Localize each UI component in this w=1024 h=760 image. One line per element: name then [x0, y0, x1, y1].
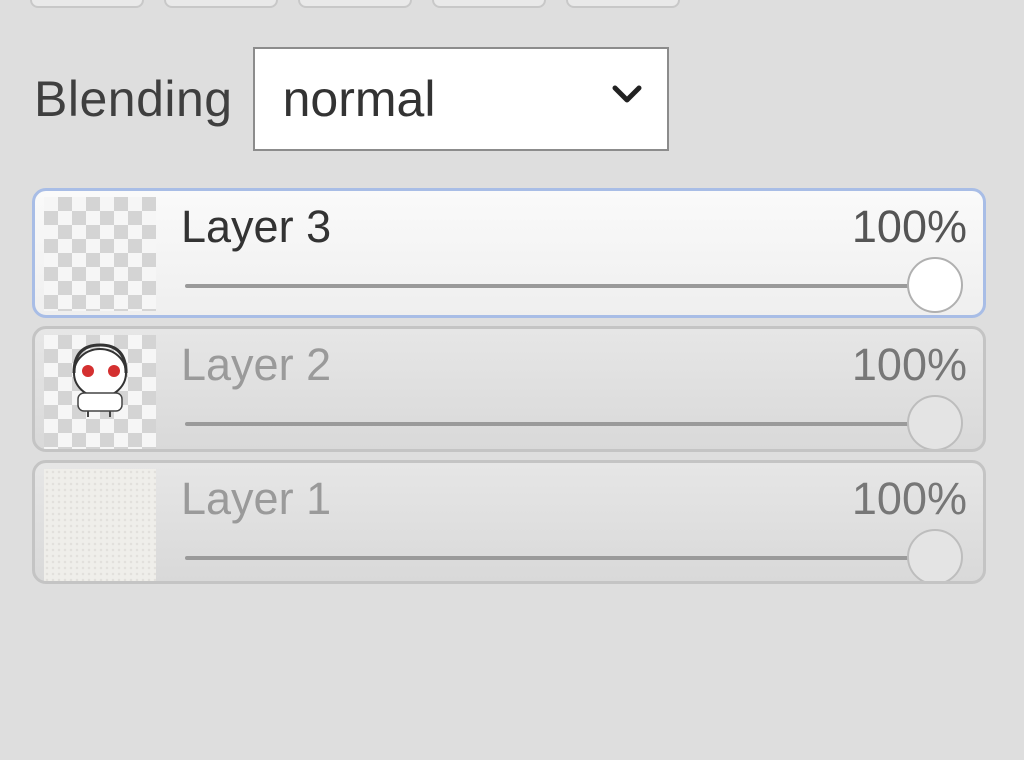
slider-thumb[interactable]: [907, 529, 963, 581]
layer-name: Layer 3: [181, 201, 332, 252]
layer-opacity-value: 100%: [851, 339, 967, 390]
layer-item-3[interactable]: Layer 3 100%: [32, 188, 986, 318]
layer-opacity-value: 100%: [851, 473, 967, 524]
layer-opacity-value: 100%: [851, 201, 967, 252]
blending-select[interactable]: normal: [252, 47, 669, 151]
tool-button-row: [30, 0, 680, 10]
slider-thumb[interactable]: [907, 395, 963, 449]
slider-track: [185, 556, 935, 560]
layer-name: Layer 2: [181, 339, 332, 390]
layer-thumbnail: [44, 469, 156, 581]
slider-track: [185, 422, 935, 426]
tool-button-5[interactable]: [566, 0, 680, 8]
blending-label: Blending: [34, 71, 233, 127]
layer-opacity-slider[interactable]: [185, 395, 963, 449]
layer-list: Layer 3 100% Layer 2 100% Layer 1 100%: [32, 188, 986, 592]
layer-thumbnail: [44, 335, 156, 449]
blending-row: Blending normal: [34, 46, 669, 152]
layer-item-2[interactable]: Layer 2 100%: [32, 326, 986, 452]
slider-track: [185, 284, 935, 288]
blending-selected-value: normal: [282, 71, 436, 127]
character-sketch-icon: [72, 343, 128, 417]
slider-thumb[interactable]: [907, 257, 963, 313]
layer-name: Layer 1: [181, 473, 332, 524]
layer-item-1[interactable]: Layer 1 100%: [32, 460, 986, 584]
tool-button-1[interactable]: [30, 0, 144, 8]
layer-thumbnail: [44, 197, 156, 311]
layer-opacity-slider[interactable]: [185, 529, 963, 581]
layer-opacity-slider[interactable]: [185, 257, 963, 313]
tool-button-4[interactable]: [432, 0, 546, 8]
tool-button-3[interactable]: [298, 0, 412, 8]
chevron-down-icon: [612, 85, 642, 103]
tool-button-2[interactable]: [164, 0, 278, 8]
